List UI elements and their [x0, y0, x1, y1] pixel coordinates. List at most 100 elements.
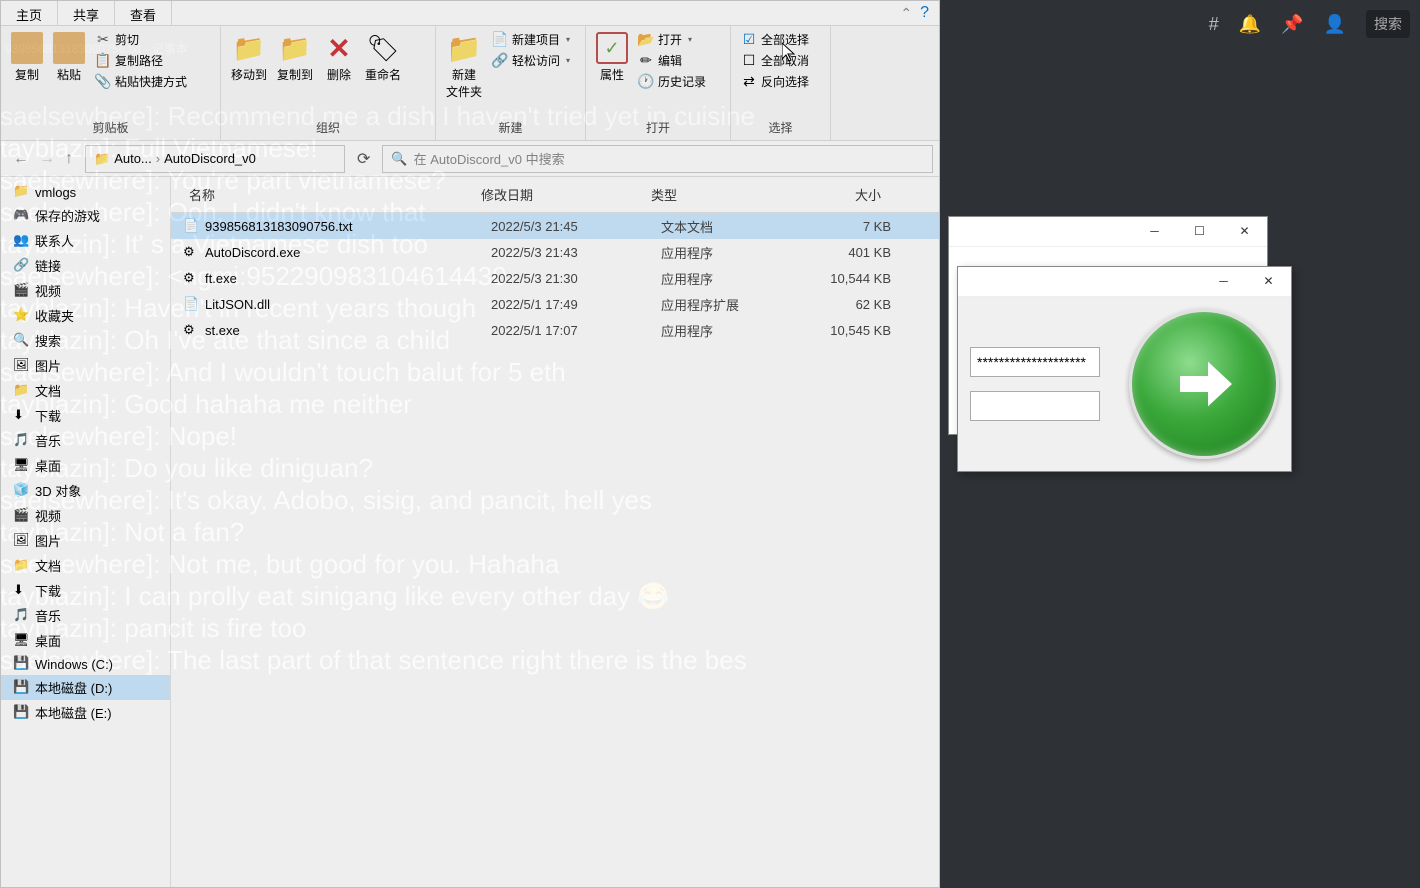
- sidebar-item-label: vmlogs: [35, 185, 76, 200]
- open-button[interactable]: 打开: [636, 30, 708, 49]
- sidebar-item-label: Windows (C:): [35, 657, 113, 672]
- sidebar-item[interactable]: 🖼图片: [1, 528, 170, 553]
- edit-button[interactable]: 编辑: [636, 51, 708, 70]
- new-folder-button[interactable]: 新建 文件夹: [444, 30, 484, 102]
- select-all-button[interactable]: 全部选择: [739, 30, 811, 49]
- sidebar-item[interactable]: 📁文档: [1, 378, 170, 403]
- file-date: 2022/5/3 21:30: [491, 271, 661, 286]
- breadcrumb-bar: ← → ↑ 📁 Auto... › AutoDiscord_v0 ⟳ 🔍 在 A…: [1, 141, 939, 177]
- select-none-button[interactable]: 全部取消: [739, 51, 811, 70]
- discord-search[interactable]: 搜索: [1366, 10, 1410, 38]
- file-list: 名称 修改日期 类型 大小 📄939856813183090756.txt202…: [171, 177, 939, 887]
- file-size: 10,544 KB: [811, 271, 911, 286]
- copy-button[interactable]: 复制: [9, 30, 45, 85]
- column-headers[interactable]: 名称 修改日期 类型 大小: [171, 177, 939, 213]
- pin-icon[interactable]: 📌: [1281, 14, 1303, 35]
- tab-home[interactable]: 主页: [1, 1, 58, 25]
- new-item-button[interactable]: 新建项目: [490, 30, 572, 49]
- back-icon[interactable]: ←: [13, 150, 29, 168]
- minimize-button[interactable]: ─: [1132, 217, 1177, 245]
- folder-icon: 🖥: [13, 458, 29, 474]
- file-row[interactable]: ⚙AutoDiscord.exe2022/5/3 21:43应用程序401 KB: [171, 239, 939, 265]
- up-icon[interactable]: ↑: [65, 150, 73, 168]
- file-size: 10,545 KB: [811, 323, 911, 338]
- sidebar-item[interactable]: 🎮保存的游戏: [1, 203, 170, 228]
- forward-icon[interactable]: →: [39, 150, 55, 168]
- sidebar-item-label: 本地磁盘 (D:): [35, 678, 112, 697]
- titlebar: ─ ✕: [958, 267, 1291, 297]
- sidebar-item-label: 音乐: [35, 606, 61, 625]
- folder-icon: ⬇: [13, 583, 29, 599]
- sidebar-item[interactable]: 🔗链接: [1, 253, 170, 278]
- sidebar-item[interactable]: 🎵音乐: [1, 428, 170, 453]
- sidebar-item[interactable]: ⭐收藏夹: [1, 303, 170, 328]
- tab-share[interactable]: 共享: [58, 1, 115, 25]
- file-row[interactable]: ⚙ft.exe2022/5/3 21:30应用程序10,544 KB: [171, 265, 939, 291]
- folder-icon: 🔍: [13, 333, 29, 349]
- close-button[interactable]: ✕: [1222, 217, 1267, 245]
- maximize-button[interactable]: ☐: [1177, 217, 1222, 245]
- sidebar-item[interactable]: 🖼图片: [1, 353, 170, 378]
- close-button[interactable]: ✕: [1246, 267, 1291, 295]
- sidebar-item[interactable]: 🎵音乐: [1, 603, 170, 628]
- sidebar-item[interactable]: 📁 vmlogs: [1, 181, 170, 203]
- sidebar-item[interactable]: 🖥桌面: [1, 628, 170, 653]
- file-row[interactable]: 📄LitJSON.dll2022/5/1 17:49应用程序扩展62 KB: [171, 291, 939, 317]
- copyto-button[interactable]: 复制到: [275, 30, 315, 85]
- sidebar-item[interactable]: 👥联系人: [1, 228, 170, 253]
- file-row[interactable]: 📄939856813183090756.txt2022/5/3 21:45文本文…: [171, 213, 939, 239]
- sidebar-item[interactable]: 🧊3D 对象: [1, 478, 170, 503]
- sidebar-item-label: 链接: [35, 256, 61, 275]
- file-size: 401 KB: [811, 245, 911, 260]
- folder-icon: 📁: [94, 151, 110, 167]
- sidebar[interactable]: 📁vmlogs🎮保存的游戏👥联系人🔗链接🎬视频⭐收藏夹🔍搜索🖼图片📁文档⬇下载🎵…: [1, 177, 171, 887]
- go-button[interactable]: [1129, 309, 1279, 459]
- properties-button[interactable]: 属性: [594, 30, 630, 85]
- sidebar-item[interactable]: 📁文档: [1, 553, 170, 578]
- breadcrumb[interactable]: 📁 Auto... › AutoDiscord_v0: [85, 145, 345, 173]
- history-button[interactable]: 历史记录: [636, 72, 708, 91]
- hash-icon[interactable]: #: [1209, 14, 1219, 35]
- sidebar-item[interactable]: 🖥 桌面: [1, 453, 170, 478]
- refresh-icon[interactable]: ⟳: [351, 149, 376, 169]
- copypath-button[interactable]: 复制路径: [93, 51, 189, 70]
- text-field[interactable]: [970, 391, 1100, 421]
- sidebar-item[interactable]: 💾 本地磁盘 (D:): [1, 675, 170, 700]
- minimize-button[interactable]: ─: [1201, 267, 1246, 295]
- paste-shortcut-button[interactable]: 粘贴快捷方式: [93, 72, 189, 91]
- file-row[interactable]: ⚙st.exe2022/5/1 17:07应用程序10,545 KB: [171, 317, 939, 343]
- sidebar-item[interactable]: 🔍搜索: [1, 328, 170, 353]
- moveto-button[interactable]: 移动到: [229, 30, 269, 85]
- password-field[interactable]: [970, 347, 1100, 377]
- sidebar-item-label: 下载: [35, 406, 61, 425]
- sidebar-item-label: 视频: [35, 506, 61, 525]
- sidebar-item[interactable]: 💾Windows (C:): [1, 653, 170, 675]
- cut-button[interactable]: 剪切: [93, 30, 189, 49]
- sidebar-item[interactable]: 🎬视频: [1, 503, 170, 528]
- search-icon: 🔍: [391, 151, 407, 167]
- easy-access-button[interactable]: 轻松访问: [490, 51, 572, 70]
- file-type: 应用程序: [661, 269, 811, 288]
- sidebar-item[interactable]: 💾本地磁盘 (E:): [1, 700, 170, 725]
- rename-button[interactable]: 重命名: [363, 30, 403, 85]
- sidebar-item[interactable]: ⬇ 下载: [1, 403, 170, 428]
- help-icon[interactable]: ?: [920, 4, 929, 22]
- sidebar-item-label: 桌面: [35, 456, 61, 475]
- folder-icon: 💾: [13, 680, 29, 696]
- tab-view[interactable]: 查看: [115, 1, 172, 25]
- sidebar-item-label: 收藏夹: [35, 306, 74, 325]
- sidebar-item-label: 3D 对象: [35, 481, 81, 500]
- paste-button[interactable]: 粘贴: [51, 30, 87, 85]
- collapse-ribbon-icon[interactable]: ⌃: [900, 5, 912, 22]
- search-input[interactable]: 🔍 在 AutoDiscord_v0 中搜索: [382, 145, 933, 173]
- user-icon[interactable]: 👤: [1324, 14, 1346, 35]
- sidebar-item[interactable]: 🎬视频: [1, 278, 170, 303]
- folder-icon: 📁: [13, 184, 29, 200]
- clipboard-group-label: 剪贴板: [9, 117, 212, 136]
- delete-button[interactable]: 删除: [321, 30, 357, 85]
- folder-icon: ⬇: [13, 408, 29, 424]
- bell-icon[interactable]: 🔔: [1239, 14, 1261, 35]
- folder-icon: 📁: [13, 383, 29, 399]
- invert-selection-button[interactable]: 反向选择: [739, 72, 811, 91]
- sidebar-item[interactable]: ⬇下载: [1, 578, 170, 603]
